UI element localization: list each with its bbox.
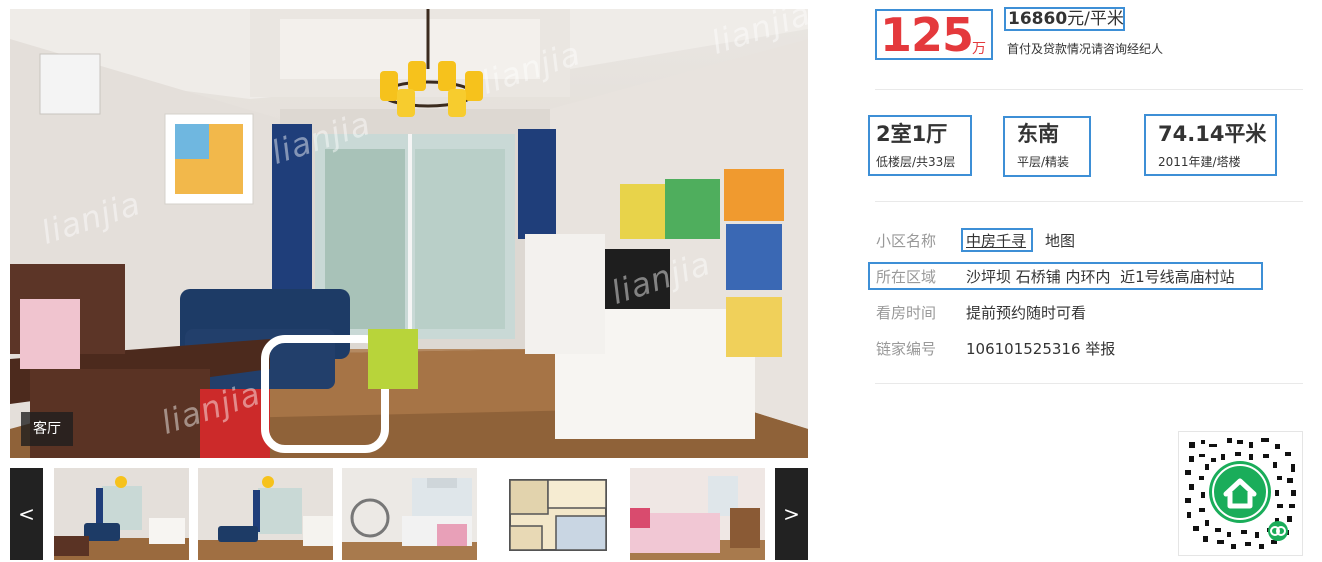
unit-price: 16860元/平米 — [1008, 8, 1124, 30]
living-room-photo — [10, 9, 808, 458]
thumbnail-image — [630, 468, 765, 560]
community-label: 小区名称 — [876, 232, 937, 250]
thumbnail-image — [342, 468, 477, 560]
total-price: 125 — [880, 8, 974, 62]
divider — [875, 89, 1303, 90]
main-photo[interactable]: lianjia lianjia lianjia lianjia lianjia … — [10, 9, 808, 458]
area-main: 74.14平米 — [1158, 122, 1267, 146]
community-link[interactable]: 中房千寻 — [966, 230, 1026, 251]
orientation-sub: 平层/精装 — [1017, 155, 1070, 169]
layout-sub: 低楼层/共33层 — [876, 155, 956, 169]
thumb-kids-room[interactable] — [630, 468, 765, 560]
map-link[interactable]: 地图 — [1045, 230, 1075, 251]
photo-caption: 客厅 — [21, 412, 73, 446]
price-note: 首付及贷款情况请咨询经纪人 — [1007, 42, 1164, 56]
district-label: 所在区域 — [876, 268, 937, 286]
thumbnail-image — [54, 468, 189, 560]
total-price-unit: 万 — [972, 41, 986, 57]
orientation-main: 东南 — [1017, 122, 1059, 146]
qr-code-icon — [1185, 438, 1296, 549]
thumb-floor-plan[interactable] — [486, 468, 621, 560]
thumbnail-image — [198, 468, 333, 560]
unit-price-suffix: 元/平米 — [1067, 9, 1124, 29]
layout-main: 2室1厅 — [876, 122, 948, 146]
thumb-bedroom[interactable] — [342, 468, 477, 560]
area-sub: 2011年建/塔楼 — [1158, 155, 1241, 169]
divider — [875, 383, 1303, 384]
thumbnail-image — [486, 468, 621, 560]
listing-id-value[interactable]: 106101525316 举报 — [966, 338, 1115, 359]
thumb-living-room-2[interactable] — [198, 468, 333, 560]
viewing-value: 提前预约随时可看 — [966, 304, 1087, 322]
unit-price-value: 16860 — [1008, 9, 1068, 29]
listing-id-label: 链家编号 — [876, 340, 937, 358]
next-photo-button[interactable]: > — [775, 468, 808, 560]
qr-code[interactable] — [1178, 431, 1303, 556]
thumb-living-room-1[interactable] — [54, 468, 189, 560]
viewing-label: 看房时间 — [876, 304, 937, 322]
prev-photo-button[interactable]: < — [10, 468, 43, 560]
divider — [875, 201, 1303, 202]
district-value[interactable]: 沙坪坝 石桥铺 内环内 近1号线高庙村站 — [966, 266, 1235, 287]
